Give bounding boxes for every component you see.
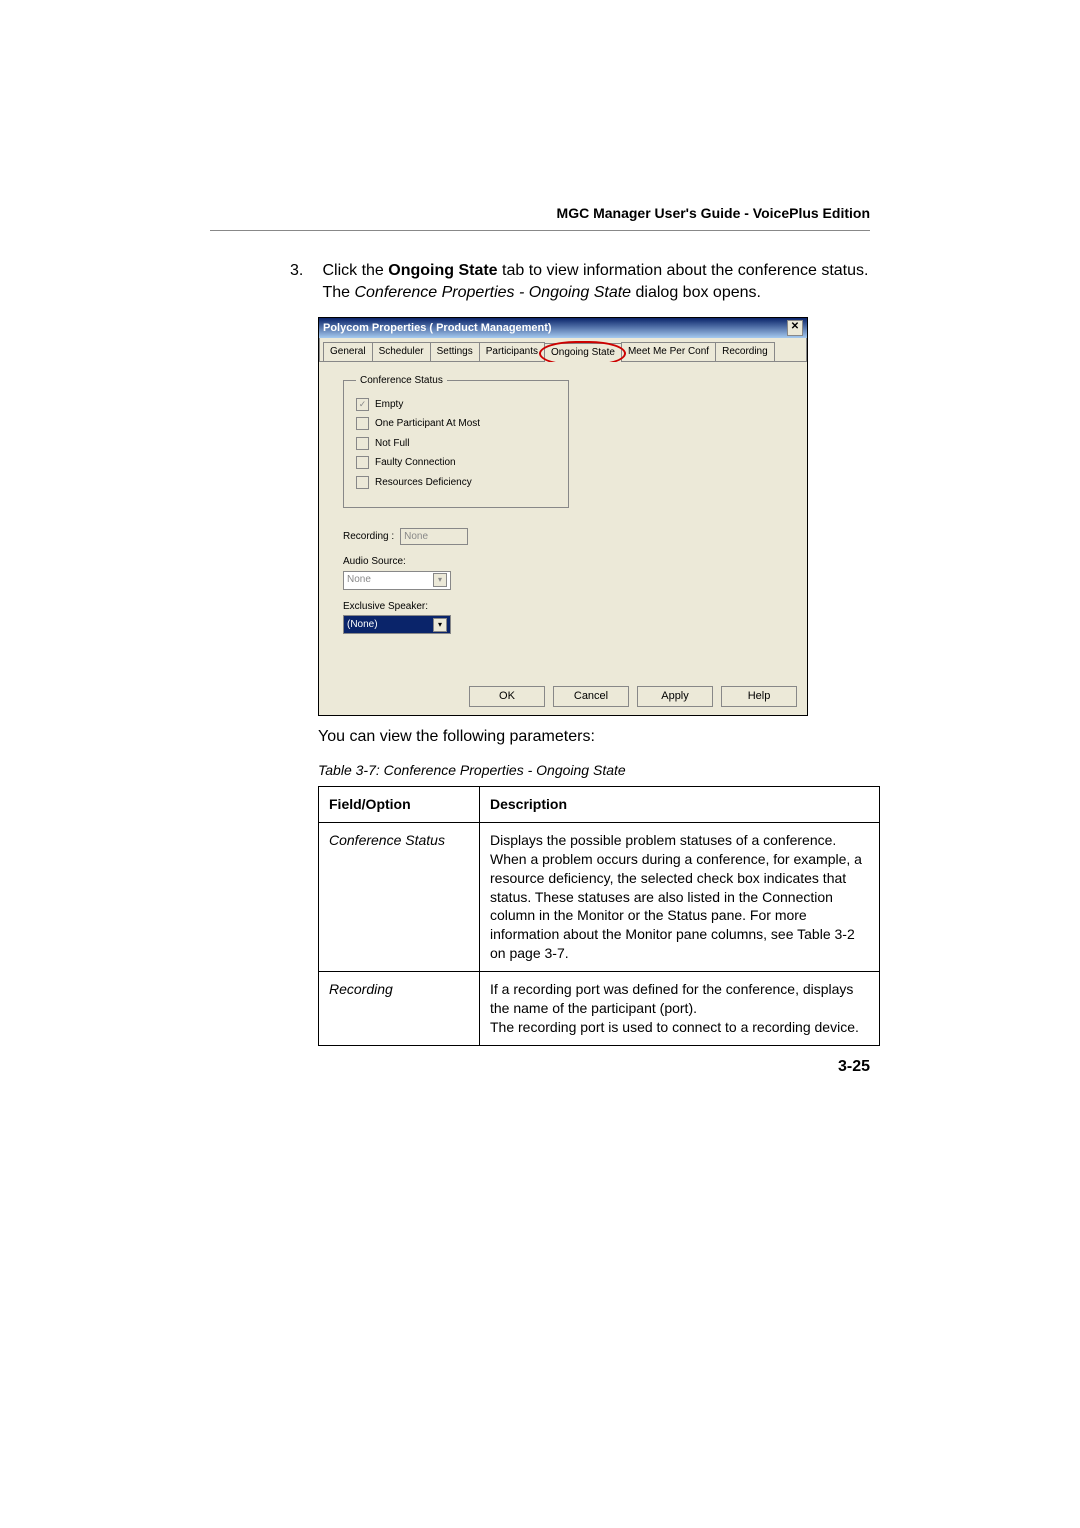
- exclusive-speaker-select[interactable]: (None) ▾: [343, 615, 451, 634]
- step-text-c: tab to view information about the confer…: [498, 262, 869, 279]
- after-dialog-text: You can view the following parameters:: [318, 726, 880, 748]
- checkbox-icon[interactable]: [356, 476, 369, 489]
- ok-button[interactable]: OK: [469, 686, 545, 707]
- exclusive-speaker-field: Exclusive Speaker: (None) ▾: [343, 600, 791, 635]
- doc-header: MGC Manager User's Guide - VoicePlus Edi…: [557, 205, 870, 221]
- step-text2-a: The: [322, 284, 354, 301]
- properties-table: Field/Option Description Conference Stat…: [318, 786, 880, 1046]
- check-resources: Resources Deficiency: [356, 476, 556, 490]
- check-label: Resources Deficiency: [375, 476, 472, 490]
- table-row: Conference Status Displays the possible …: [319, 822, 880, 971]
- audio-value: None: [347, 573, 371, 587]
- td-field: Recording: [319, 972, 480, 1046]
- check-label: Empty: [375, 398, 403, 412]
- dialog-title: Polycom Properties ( Product Management): [323, 321, 552, 336]
- check-empty: ✓ Empty: [356, 398, 556, 412]
- check-label: Not Full: [375, 437, 409, 451]
- dialog-panel: Conference Status ✓ Empty One Participan…: [319, 362, 807, 678]
- checkbox-icon[interactable]: [356, 437, 369, 450]
- td-desc: Displays the possible problem statuses o…: [480, 822, 880, 971]
- recording-label: Recording :: [343, 530, 394, 544]
- chevron-down-icon: ▾: [433, 618, 447, 632]
- dialog-buttons: OK Cancel Apply Help: [319, 678, 807, 715]
- audio-source-field: Audio Source: None ▾: [343, 555, 791, 590]
- tab-ongoing-state[interactable]: Ongoing State: [544, 343, 622, 362]
- dialog-tabs: General Scheduler Settings Participants …: [319, 338, 807, 362]
- table-caption: Table 3-7: Conference Properties - Ongoi…: [318, 761, 880, 780]
- close-icon[interactable]: ✕: [787, 320, 803, 336]
- dialog-titlebar: Polycom Properties ( Product Management)…: [319, 318, 807, 338]
- checkbox-icon[interactable]: [356, 456, 369, 469]
- speaker-label: Exclusive Speaker:: [343, 600, 428, 614]
- header-rule: [210, 230, 870, 231]
- audio-source-select[interactable]: None ▾: [343, 571, 451, 590]
- step-bold: Ongoing State: [388, 262, 497, 279]
- conference-status-group: Conference Status ✓ Empty One Participan…: [343, 380, 569, 508]
- td-field: Conference Status: [319, 822, 480, 971]
- recording-value: None: [400, 528, 468, 545]
- th-field: Field/Option: [319, 787, 480, 823]
- group-title: Conference Status: [356, 374, 447, 388]
- table-row: Recording If a recording port was define…: [319, 972, 880, 1046]
- recording-field: Recording : None: [343, 528, 791, 545]
- tab-meet-me[interactable]: Meet Me Per Conf: [621, 342, 716, 361]
- step-text-a: Click the: [322, 262, 388, 279]
- audio-label: Audio Source:: [343, 555, 406, 569]
- tab-recording[interactable]: Recording: [715, 342, 775, 361]
- tab-participants[interactable]: Participants: [479, 342, 545, 361]
- cancel-button[interactable]: Cancel: [553, 686, 629, 707]
- tab-settings[interactable]: Settings: [430, 342, 480, 361]
- checkbox-icon[interactable]: [356, 417, 369, 430]
- check-label: One Participant At Most: [375, 417, 480, 431]
- speaker-value: (None): [347, 618, 378, 632]
- check-faulty: Faulty Connection: [356, 456, 556, 470]
- th-desc: Description: [480, 787, 880, 823]
- step-italic: Conference Properties - Ongoing State: [354, 284, 631, 301]
- step-number: 3.: [290, 260, 318, 282]
- tab-scheduler[interactable]: Scheduler: [372, 342, 431, 361]
- checkbox-icon[interactable]: ✓: [356, 398, 369, 411]
- tab-general[interactable]: General: [323, 342, 373, 361]
- help-button[interactable]: Help: [721, 686, 797, 707]
- check-not-full: Not Full: [356, 437, 556, 451]
- step-text2-c: dialog box opens.: [631, 284, 761, 301]
- properties-dialog: Polycom Properties ( Product Management)…: [318, 317, 808, 715]
- check-label: Faulty Connection: [375, 456, 456, 470]
- page-number: 3-25: [838, 1058, 870, 1076]
- check-one-participant: One Participant At Most: [356, 417, 556, 431]
- apply-button[interactable]: Apply: [637, 686, 713, 707]
- step-3: 3. Click the Ongoing State tab to view i…: [290, 260, 880, 303]
- td-desc: If a recording port was defined for the …: [480, 972, 880, 1046]
- chevron-down-icon: ▾: [433, 573, 447, 587]
